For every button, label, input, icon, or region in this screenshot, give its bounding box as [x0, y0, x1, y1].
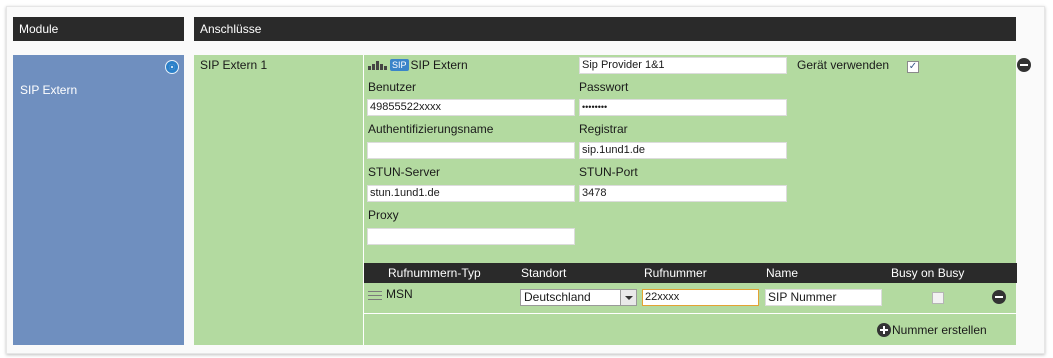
user-field[interactable]: 49855522xxxx [367, 99, 575, 116]
numbers-table-header: Rufnummern-Typ Standort Rufnummer Name B… [364, 263, 1017, 283]
use-device-checkbox[interactable]: ✓ [907, 61, 919, 73]
add-number-icon[interactable] [877, 323, 891, 337]
stun-port-label: STUN-Port [579, 165, 638, 179]
registrar-label: Registrar [579, 122, 628, 136]
sip-badge: SIP [390, 59, 409, 71]
connection-panel: SIP Extern 1 SIP SIP Extern Sip Provider… [194, 55, 1017, 345]
connections-column-header: Anschlüsse [194, 17, 1016, 41]
stun-server-field[interactable]: stun.1und1.de [367, 185, 575, 202]
table-row: MSN Deutschland 22xxxx SIP Nummer [364, 285, 1017, 314]
col-busy-on-busy: Busy on Busy [891, 266, 965, 280]
connection-name[interactable]: SIP Extern 1 [200, 58, 267, 72]
location-select-value: Deutschland [524, 290, 591, 304]
col-name: Name [766, 266, 799, 280]
location-select[interactable]: Deutschland [520, 289, 637, 306]
user-label: Benutzer [368, 80, 417, 94]
password-field[interactable]: •••••••• [579, 99, 787, 116]
remove-number-icon[interactable] [992, 290, 1006, 304]
proxy-label: Proxy [368, 208, 399, 222]
auth-name-field[interactable] [367, 142, 575, 159]
stun-port-field[interactable]: 3478 [579, 185, 787, 202]
module-panel: SIP Extern [13, 55, 184, 345]
create-number-link[interactable]: Nummer erstellen [892, 323, 987, 337]
col-number: Rufnummer [644, 266, 707, 280]
remove-connection-icon[interactable] [1017, 58, 1031, 72]
number-name-field[interactable]: SIP Nummer [765, 289, 882, 306]
col-location: Standort [521, 266, 567, 280]
use-device-label: Gerät verwenden [797, 58, 890, 72]
module-name[interactable]: SIP Extern [20, 83, 77, 97]
proxy-field[interactable] [367, 228, 575, 245]
gear-icon[interactable] [165, 60, 179, 74]
busy-on-busy-checkbox[interactable] [932, 292, 944, 304]
device-type: SIP SIP Extern [368, 58, 468, 72]
auth-name-label: Authentifizierungsname [368, 122, 494, 136]
chevron-down-icon [620, 290, 636, 305]
registrar-field[interactable]: sip.1und1.de [579, 142, 787, 159]
module-column-header: Module [13, 17, 184, 41]
number-field[interactable]: 22xxxx [642, 289, 759, 306]
number-type-value: MSN [386, 287, 413, 301]
network-icon [368, 60, 388, 70]
connection-details: SIP SIP Extern Sip Provider 1&1 Gerät ve… [363, 55, 1017, 345]
password-label: Passwort [579, 80, 629, 94]
device-type-label: SIP Extern [410, 58, 468, 72]
provider-field[interactable]: Sip Provider 1&1 [579, 57, 787, 74]
col-number-type: Rufnummern-Typ [388, 266, 481, 280]
drag-handle-icon[interactable] [368, 291, 382, 300]
stun-server-label: STUN-Server [368, 165, 441, 179]
